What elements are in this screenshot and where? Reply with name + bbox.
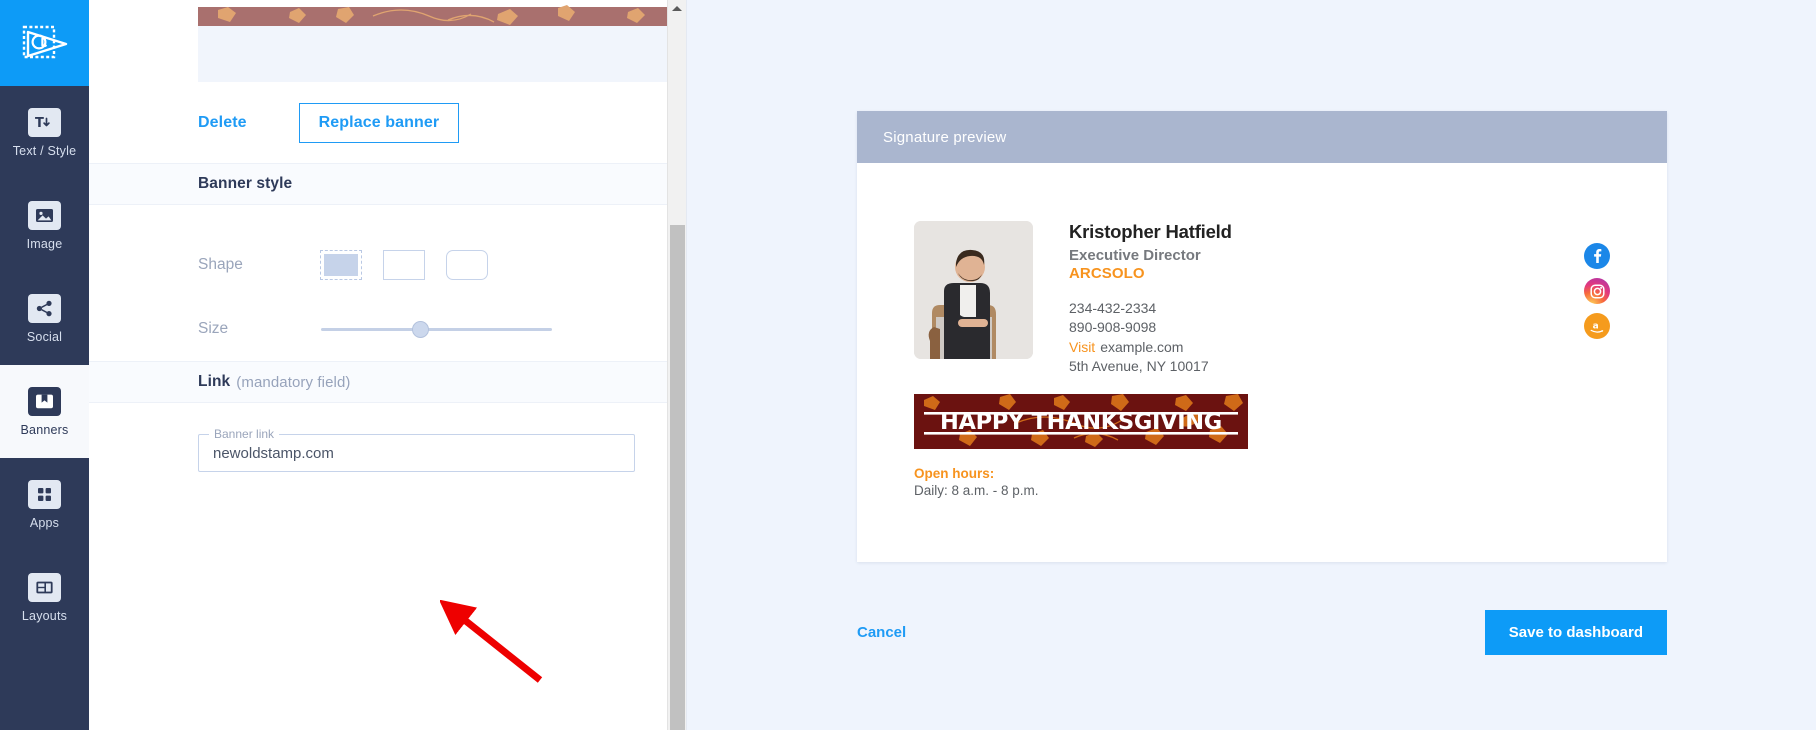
- app-root: T Text / Style Image Social Banners Apps…: [0, 0, 1816, 730]
- shape-option-rectangle-square[interactable]: [383, 250, 425, 280]
- bookmark-banner-icon: [28, 386, 61, 416]
- sidebar-item-social[interactable]: Social: [0, 272, 89, 365]
- cancel-button[interactable]: Cancel: [857, 624, 906, 641]
- avatar: [914, 221, 1033, 359]
- delete-banner-button[interactable]: Delete: [198, 114, 247, 132]
- shape-options-group: [320, 250, 488, 280]
- shape-option-rectangle-selected[interactable]: [320, 250, 362, 280]
- signature-contacts: 234-432-2334 890-908-9098 Visit example.c…: [1069, 299, 1570, 376]
- scrollbar-up-arrow-icon[interactable]: [668, 0, 686, 17]
- shape-label: Shape: [198, 256, 243, 273]
- sidebar-item-label: Apps: [29, 515, 60, 530]
- image-icon: [28, 200, 61, 230]
- signature-role: Executive Director: [1069, 247, 1201, 264]
- size-label: Size: [198, 320, 229, 337]
- signature-body: Kristopher Hatfield Executive Director A…: [857, 163, 1667, 562]
- sidebar-item-label: Image: [26, 236, 63, 251]
- banner-style-section-heading: Banner style: [89, 163, 667, 205]
- scrollbar-thumb[interactable]: [670, 225, 685, 730]
- signature-visit-label: Visit: [1069, 338, 1096, 355]
- layouts-icon: [28, 572, 61, 602]
- sidebar-item-label: Text / Style: [12, 143, 77, 158]
- signature-preview-header: Signature preview: [857, 111, 1667, 163]
- svg-text:T: T: [35, 116, 44, 131]
- preview-footer-actions: Cancel Save to dashboard: [857, 610, 1667, 655]
- link-heading-text: Link: [198, 373, 231, 390]
- signature-preview-card: Signature preview Kristopher Hatfield Ex…: [857, 111, 1667, 563]
- triangle-up-icon: [672, 6, 682, 11]
- shape-option-rectangle-rounded[interactable]: [446, 250, 488, 280]
- amazon-icon[interactable]: a: [1584, 313, 1610, 339]
- signature-preview-panel: Signature preview Kristopher Hatfield Ex…: [687, 0, 1816, 730]
- banner-link-input[interactable]: [213, 444, 620, 462]
- edit-panel-scroll-area: Delete Replace banner Banner style Shape: [89, 0, 667, 730]
- signature-preview-title: Signature preview: [883, 128, 1007, 146]
- save-to-dashboard-button[interactable]: Save to dashboard: [1484, 610, 1667, 655]
- sidebar-item-label: Layouts: [21, 608, 68, 623]
- signature-website[interactable]: example.com: [1100, 339, 1183, 355]
- sidebar-item-label: Banners: [20, 422, 69, 437]
- text-style-icon: T: [28, 107, 61, 137]
- signature-company: ARCSOLO: [1069, 265, 1145, 282]
- banner-style-heading-text: Banner style: [198, 175, 293, 192]
- facebook-icon[interactable]: [1584, 243, 1610, 269]
- shape-option-fill: [324, 254, 358, 276]
- shape-field-row: Shape: [89, 233, 667, 297]
- signature-hours-title: Open hours:: [914, 466, 995, 482]
- grid-apps-icon: [28, 479, 61, 509]
- banner-link-field[interactable]: Banner link: [198, 427, 635, 472]
- edit-panel-scrollbar[interactable]: [667, 0, 686, 730]
- sidebar-item-image[interactable]: Image: [0, 179, 89, 272]
- shape-option-outline: [383, 250, 425, 280]
- link-section-heading: Link (mandatory field): [89, 361, 667, 403]
- banner-edit-panel: Delete Replace banner Banner style Shape: [89, 0, 687, 730]
- signature-phone-1: 234-432-2334: [1069, 300, 1157, 316]
- sidebar-item-text-style[interactable]: T Text / Style: [0, 86, 89, 179]
- signature-hours-value: Daily: 8 a.m. - 8 p.m.: [914, 483, 1039, 499]
- banner-link-legend: Banner link: [209, 427, 280, 441]
- banner-preview-padding: [198, 26, 667, 82]
- signature-name: Kristopher Hatfield: [1069, 221, 1232, 242]
- size-slider-track[interactable]: [321, 327, 552, 331]
- signature-website-row: Visit example.com: [1069, 338, 1570, 357]
- size-slider[interactable]: [321, 319, 552, 339]
- signature-phone-2: 890-908-9098: [1069, 319, 1157, 336]
- shape-option-outline-rounded: [446, 250, 488, 280]
- share-social-icon: [28, 293, 61, 323]
- banner-thumbnail-preview[interactable]: [198, 0, 667, 26]
- instagram-icon[interactable]: [1584, 278, 1610, 304]
- signature-hours-block: Open hours: Daily: 8 a.m. - 8 p.m.: [914, 466, 1610, 498]
- sidebar-item-apps[interactable]: Apps: [0, 458, 89, 551]
- banner-link-field-block: Banner link: [89, 403, 667, 472]
- envelope-at-logo-icon: [22, 23, 68, 63]
- size-field-row: Size: [89, 297, 667, 361]
- svg-text:a: a: [1593, 321, 1599, 331]
- size-slider-thumb[interactable]: [411, 320, 429, 338]
- left-sidebar: T Text / Style Image Social Banners Apps…: [0, 0, 89, 730]
- signature-banner-image[interactable]: HAPPY THANKSGIVING: [914, 394, 1248, 450]
- signature-address: 5th Avenue, NY 10017: [1069, 357, 1209, 374]
- link-heading-note: (mandatory field): [236, 373, 351, 391]
- banner-actions-row: Delete Replace banner: [198, 82, 667, 163]
- sidebar-item-label: Social: [26, 329, 63, 344]
- signature-social-icons: a: [1584, 243, 1610, 339]
- sidebar-item-banners[interactable]: Banners: [0, 365, 89, 458]
- signature-banner-text: HAPPY THANKSGIVING: [940, 408, 1222, 435]
- signature-text-block: Kristopher Hatfield Executive Director A…: [1069, 221, 1570, 376]
- signature-top-row: Kristopher Hatfield Executive Director A…: [914, 221, 1610, 376]
- sidebar-item-layouts[interactable]: Layouts: [0, 551, 89, 644]
- app-logo[interactable]: [0, 0, 89, 86]
- replace-banner-button[interactable]: Replace banner: [298, 102, 460, 143]
